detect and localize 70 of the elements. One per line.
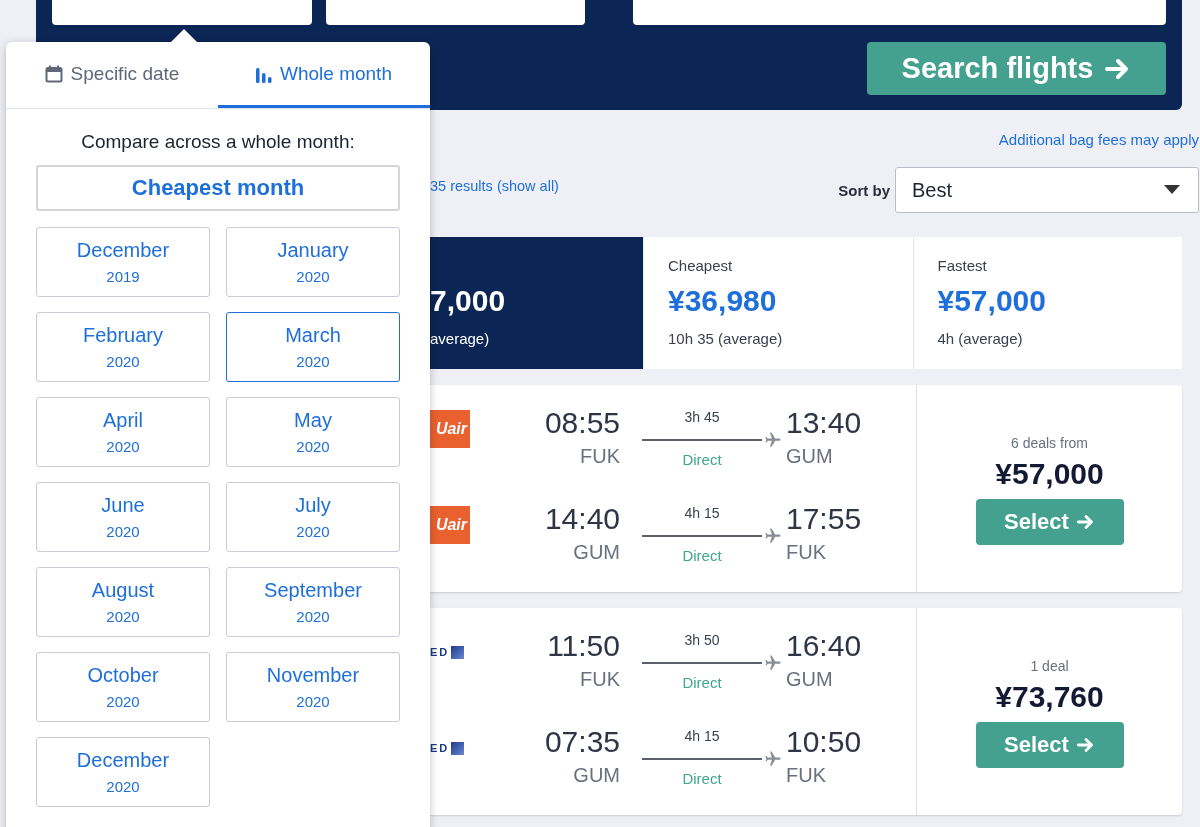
cheapest-month-button[interactable]: Cheapest month: [36, 165, 400, 211]
plane-icon: [764, 750, 782, 768]
summary-tab[interactable]: Fastest ¥57,000 4h (average): [912, 237, 1182, 369]
airport-code: GUM: [786, 668, 834, 691]
month-option[interactable]: October 2020: [36, 652, 210, 722]
flight-duration: 4h 15: [683, 728, 721, 744]
flight-duration: 3h 50: [683, 632, 721, 648]
airport-code: FUK: [579, 445, 620, 468]
airport-code: GUM: [572, 541, 620, 564]
airport-code: FUK: [786, 541, 827, 564]
departure-time: 08:55: [543, 405, 620, 441]
arrow-right-icon: [1076, 737, 1095, 753]
stops-label: Direct: [681, 770, 723, 787]
arrow-right-icon: [1076, 514, 1095, 530]
airport-code: FUK: [579, 668, 620, 691]
departure-time: 11:50: [546, 628, 620, 664]
flight-duration: 3h 45: [683, 409, 721, 425]
sort-label: Sort by: [838, 181, 890, 199]
airport-code: FUK: [786, 764, 827, 787]
month-option[interactable]: December 2020: [36, 737, 210, 807]
month-option[interactable]: May 2020: [226, 397, 400, 467]
depart-date-field[interactable]: [52, 0, 312, 25]
arrival-time: 17:55: [786, 501, 863, 537]
month-option[interactable]: November 2020: [226, 652, 400, 722]
caret-icon: [1164, 185, 1180, 195]
month-option[interactable]: January 2020: [226, 227, 400, 297]
return-date-field[interactable]: [326, 0, 585, 25]
price: ¥57,000: [995, 457, 1104, 491]
month-option[interactable]: February 2020: [36, 312, 210, 382]
airline-logo: Uair: [430, 410, 470, 448]
month-option[interactable]: April 2020: [36, 397, 210, 467]
popup-heading: Compare across a whole month:: [80, 131, 356, 153]
departure-time: 07:35: [543, 724, 620, 760]
airport-code: GUM: [572, 764, 620, 787]
sort-dropdown[interactable]: Best: [895, 167, 1199, 213]
arrival-time: 10:50: [786, 724, 863, 760]
plane-icon: [764, 527, 782, 545]
calendar-icon: [44, 64, 63, 83]
travellers-field[interactable]: [633, 0, 1166, 25]
airline-logo: ED: [430, 645, 470, 659]
deals-count: 6 deals from: [1010, 435, 1088, 451]
date-mode-tab[interactable]: Specific date: [6, 42, 218, 108]
airline-logo: ED: [430, 741, 470, 755]
airport-code: GUM: [786, 445, 834, 468]
arrival-time: 16:40: [786, 628, 863, 664]
month-option[interactable]: September 2020: [226, 567, 400, 637]
bag-fees-link[interactable]: Additional bag fees may apply: [998, 131, 1199, 167]
plane-icon: [764, 654, 782, 672]
search-flights-button[interactable]: Search flights: [867, 42, 1166, 95]
arrival-time: 13:40: [786, 405, 863, 441]
stops-label: Direct: [681, 547, 723, 564]
plane-icon: [764, 431, 782, 449]
price: ¥73,760: [995, 680, 1104, 714]
summary-tab[interactable]: 7,000 average): [430, 237, 643, 369]
departure-time: 14:40: [543, 501, 620, 537]
month-option[interactable]: July 2020: [226, 482, 400, 552]
show-all-results-link[interactable]: 35 results (show all): [430, 178, 559, 194]
select-button[interactable]: Select: [975, 499, 1124, 545]
month-option[interactable]: August 2020: [36, 567, 210, 637]
stops-label: Direct: [681, 674, 723, 691]
month-option[interactable]: December 2019: [36, 227, 210, 297]
month-option[interactable]: June 2020: [36, 482, 210, 552]
date-mode-tab[interactable]: Whole month: [218, 42, 430, 108]
deals-count: 1 deal: [1030, 658, 1069, 674]
airline-logo: Uair: [430, 506, 470, 544]
stops-label: Direct: [681, 451, 723, 468]
month-option[interactable]: March 2020: [226, 312, 400, 382]
summary-tab[interactable]: Cheapest ¥36,980 10h 35 (average): [643, 237, 913, 369]
flight-duration: 4h 15: [683, 505, 721, 521]
select-button[interactable]: Select: [975, 722, 1124, 768]
